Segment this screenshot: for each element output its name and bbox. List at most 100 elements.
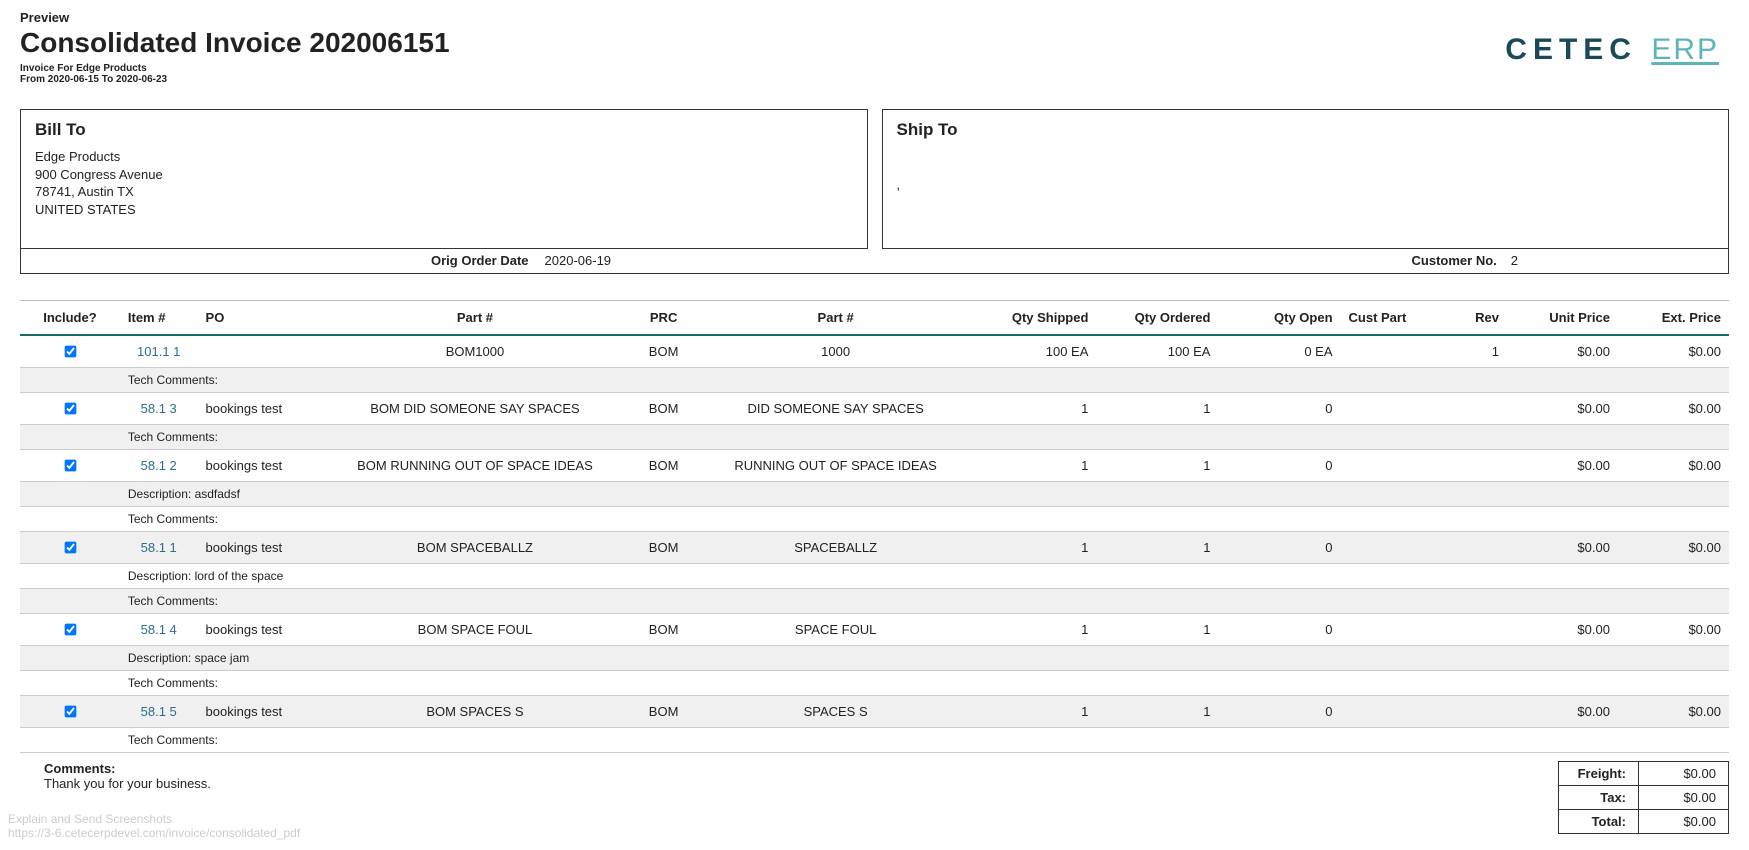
- cell-rev: 1: [1451, 335, 1506, 368]
- cell-qty-ordered: 1: [1096, 393, 1218, 425]
- bill-to-city: 78741, Austin TX: [35, 183, 853, 201]
- bill-to-name: Edge Products: [35, 148, 853, 166]
- logo-suffix: ERP: [1651, 33, 1719, 66]
- note-text: Tech Comments:: [120, 728, 1729, 753]
- cell-rev: [1451, 614, 1506, 646]
- comments-label: Comments:: [44, 761, 211, 776]
- note-row: Description: asdfadsf: [20, 482, 1729, 507]
- cell-po: bookings test: [198, 696, 320, 728]
- cell-part1: BOM RUNNING OUT OF SPACE IDEAS: [320, 450, 631, 482]
- cell-part2: DID SOMEONE SAY SPACES: [697, 393, 974, 425]
- cell-po: bookings test: [198, 450, 320, 482]
- comments-text: Thank you for your business.: [44, 776, 211, 791]
- cell-prc: BOM: [630, 614, 697, 646]
- note-row: Tech Comments:: [20, 728, 1729, 753]
- cell-qty-open: 0 EA: [1218, 335, 1340, 368]
- cell-ext-price: $0.00: [1618, 393, 1729, 425]
- cell-cust-part: [1341, 532, 1452, 564]
- note-row: Tech Comments:: [20, 425, 1729, 450]
- cell-qty-ordered: 1: [1096, 450, 1218, 482]
- customer-no-label: Customer No.: [1412, 253, 1497, 268]
- note-text: Description: lord of the space: [120, 564, 1729, 589]
- cell-prc: BOM: [630, 393, 697, 425]
- cell-qty-open: 0: [1218, 532, 1340, 564]
- include-checkbox[interactable]: [65, 346, 77, 358]
- note-row: Description: lord of the space: [20, 564, 1729, 589]
- meta-bar: Orig Order Date 2020-06-19 Customer No. …: [20, 248, 1729, 274]
- note-text: Tech Comments:: [120, 671, 1729, 696]
- note-row: Tech Comments:: [20, 671, 1729, 696]
- cell-prc: BOM: [630, 532, 697, 564]
- cell-qty-shipped: 1: [974, 696, 1096, 728]
- note-row: Description: space jam: [20, 646, 1729, 671]
- cell-unit-price: $0.00: [1507, 393, 1618, 425]
- col-include: Include?: [20, 301, 120, 336]
- tax-label: Tax:: [1559, 786, 1639, 810]
- bill-to-box: Bill To Edge Products 900 Congress Avenu…: [20, 109, 868, 249]
- note-row: Tech Comments:: [20, 368, 1729, 393]
- include-checkbox[interactable]: [65, 542, 77, 554]
- ship-to-heading: Ship To: [897, 120, 1715, 140]
- col-rev: Rev: [1451, 301, 1506, 336]
- include-checkbox[interactable]: [65, 624, 77, 636]
- totals-table: Freight: $0.00 Tax: $0.00 Total: $0.00: [1558, 761, 1729, 834]
- cell-ext-price: $0.00: [1618, 532, 1729, 564]
- item-link[interactable]: 58.1 3: [141, 401, 177, 416]
- cell-po: bookings test: [198, 614, 320, 646]
- col-item: Item #: [120, 301, 198, 336]
- cell-po: bookings test: [198, 532, 320, 564]
- col-qty-shipped: Qty Shipped: [974, 301, 1096, 336]
- col-unit-price: Unit Price: [1507, 301, 1618, 336]
- table-row: 58.1 3bookings testBOM DID SOMEONE SAY S…: [20, 393, 1729, 425]
- col-prc: PRC: [630, 301, 697, 336]
- col-qty-open: Qty Open: [1218, 301, 1340, 336]
- cell-ext-price: $0.00: [1618, 696, 1729, 728]
- col-part1: Part #: [320, 301, 631, 336]
- preview-label: Preview: [20, 10, 1729, 25]
- orig-order-date-value: 2020-06-19: [545, 253, 612, 268]
- cell-po: [198, 335, 320, 368]
- cell-qty-open: 0: [1218, 696, 1340, 728]
- cell-part2: SPACE FOUL: [697, 614, 974, 646]
- include-checkbox[interactable]: [65, 706, 77, 718]
- note-text: Tech Comments:: [120, 589, 1729, 614]
- cell-rev: [1451, 696, 1506, 728]
- subtitle-date-range: From 2020-06-15 To 2020-06-23: [20, 74, 450, 85]
- cell-part2: RUNNING OUT OF SPACE IDEAS: [697, 450, 974, 482]
- cell-ext-price: $0.00: [1618, 335, 1729, 368]
- cell-part2: 1000: [697, 335, 974, 368]
- cell-unit-price: $0.00: [1507, 532, 1618, 564]
- note-row: Tech Comments:: [20, 589, 1729, 614]
- logo-main: CETEC: [1505, 33, 1637, 66]
- item-link[interactable]: 58.1 2: [141, 458, 177, 473]
- cell-cust-part: [1341, 450, 1452, 482]
- cell-part1: BOM SPACES S: [320, 696, 631, 728]
- include-checkbox[interactable]: [65, 403, 77, 415]
- item-link[interactable]: 101.1 1: [137, 344, 180, 359]
- cell-prc: BOM: [630, 450, 697, 482]
- note-row: Tech Comments:: [20, 507, 1729, 532]
- screenshot-hint-2: https://3-6.cetecerpdevel.com/invoice/co…: [8, 826, 300, 840]
- cell-rev: [1451, 450, 1506, 482]
- note-text: Description: space jam: [120, 646, 1729, 671]
- col-po: PO: [198, 301, 320, 336]
- logo-text: CETEC ERP: [1505, 33, 1719, 66]
- table-row: 58.1 2bookings testBOM RUNNING OUT OF SP…: [20, 450, 1729, 482]
- include-checkbox[interactable]: [65, 460, 77, 472]
- note-text: Tech Comments:: [120, 425, 1729, 450]
- bill-to-heading: Bill To: [35, 120, 853, 140]
- cell-ext-price: $0.00: [1618, 450, 1729, 482]
- cell-part2: SPACES S: [697, 696, 974, 728]
- table-row: 101.1 1BOM1000BOM1000100 EA100 EA0 EA1$0…: [20, 335, 1729, 368]
- bill-to-country: UNITED STATES: [35, 201, 853, 219]
- cell-prc: BOM: [630, 696, 697, 728]
- note-text: Tech Comments:: [120, 368, 1729, 393]
- item-link[interactable]: 58.1 5: [141, 704, 177, 719]
- comments-block: Comments: Thank you for your business.: [20, 761, 211, 791]
- note-text: Tech Comments:: [120, 507, 1729, 532]
- cell-unit-price: $0.00: [1507, 696, 1618, 728]
- item-link[interactable]: 58.1 1: [141, 540, 177, 555]
- cell-qty-shipped: 1: [974, 450, 1096, 482]
- cell-rev: [1451, 393, 1506, 425]
- item-link[interactable]: 58.1 4: [141, 622, 177, 637]
